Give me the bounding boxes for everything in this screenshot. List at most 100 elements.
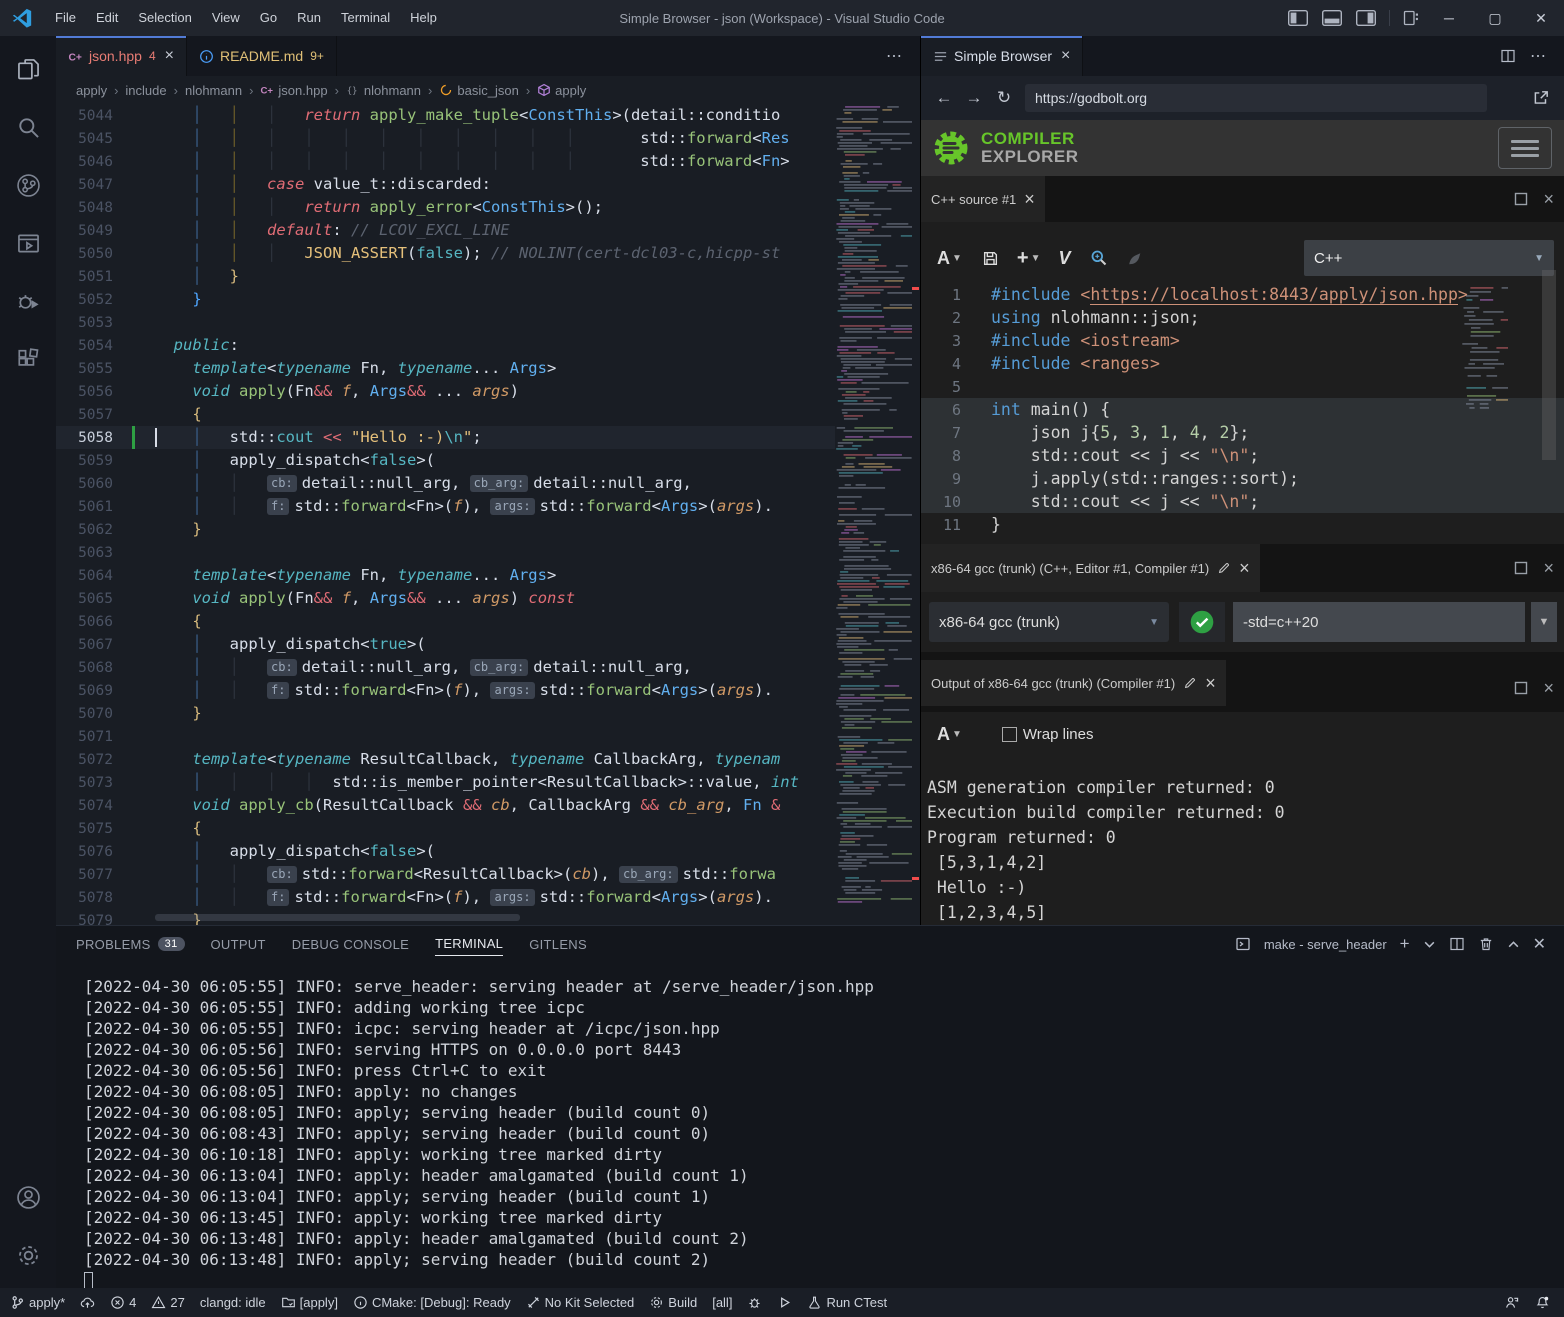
url-input[interactable]: https://godbolt.org [1025, 84, 1487, 112]
compiler-tab[interactable]: x86-64 gcc (trunk) (C++, Editor #1, Comp… [921, 544, 1260, 592]
source-tab[interactable]: C++ source #1 × [921, 176, 1045, 222]
language-select[interactable]: C++▼ [1304, 240, 1554, 276]
git-branch-status[interactable]: apply* [10, 1295, 65, 1310]
warning-count[interactable]: 27 [151, 1295, 184, 1310]
settings-gear-icon[interactable] [4, 1230, 52, 1280]
save-icon[interactable] [982, 250, 999, 267]
open-external-icon[interactable] [1532, 89, 1550, 107]
cmake-target[interactable]: [all] [712, 1295, 732, 1310]
reload-icon[interactable]: ↻ [989, 88, 1019, 108]
menu-view[interactable]: View [202, 0, 250, 36]
ce-scrollbar[interactable] [1542, 270, 1556, 460]
breadcrumb-item-apply[interactable]: apply [76, 83, 107, 98]
close-button[interactable]: ✕ [1518, 0, 1564, 36]
edit-title-icon[interactable] [1183, 676, 1197, 690]
menu-run[interactable]: Run [287, 0, 331, 36]
minimap[interactable] [834, 104, 912, 915]
account-icon[interactable] [4, 1172, 52, 1222]
close-panel-icon[interactable]: ✕ [1533, 934, 1546, 954]
breadcrumb-item-nlohmann[interactable]: nlohmann [185, 83, 242, 98]
publish-status[interactable] [80, 1295, 95, 1310]
panel-tab-terminal[interactable]: TERMINAL [435, 932, 503, 956]
cmake-build[interactable]: Build [649, 1295, 697, 1310]
code-editor[interactable]: 5044 │ │ │ return apply_make_tuple<Const… [56, 104, 920, 925]
vim-mode-icon[interactable]: V [1059, 248, 1071, 269]
maximize-button[interactable]: ▢ [1472, 0, 1518, 36]
breadcrumb-item-basic_json[interactable]: basic_json [439, 83, 518, 98]
minimize-button[interactable]: ─ [1426, 0, 1472, 36]
cmake-kit[interactable]: No Kit Selected [526, 1295, 635, 1310]
cpp-insights-icon[interactable] [1089, 248, 1109, 268]
compiler-select[interactable]: x86-64 gcc (trunk)▼ [929, 602, 1169, 642]
font-size-button[interactable]: A▼ [937, 248, 962, 269]
close-icon[interactable]: × [1061, 48, 1070, 64]
horizontal-scrollbar[interactable] [155, 914, 520, 921]
panel-tab-gitlens[interactable]: GITLENS [529, 933, 587, 956]
hamburger-menu-icon[interactable] [1498, 127, 1552, 169]
font-size-button[interactable]: A▼ [937, 724, 962, 745]
search-icon[interactable] [4, 102, 52, 152]
close-pane-icon[interactable]: × [1543, 190, 1554, 208]
clangd-status[interactable]: clangd: idle [200, 1295, 266, 1310]
cmake-status[interactable]: CMake: [Debug]: Ready [353, 1295, 511, 1310]
cmake-launch[interactable] [777, 1295, 792, 1310]
breadcrumb-item-json-hpp[interactable]: C+json.hpp [260, 83, 327, 98]
extensions-icon[interactable] [4, 334, 52, 384]
close-icon[interactable]: × [1205, 674, 1216, 692]
panel-tab-output[interactable]: OUTPUT [211, 933, 266, 956]
close-pane-icon[interactable]: × [1543, 679, 1554, 697]
options-dropdown-icon[interactable]: ▼ [1531, 602, 1557, 642]
wrap-lines-checkbox[interactable] [1002, 727, 1017, 742]
terminal-title[interactable]: make - serve_header [1264, 937, 1387, 952]
toggle-secondary-sidebar-icon[interactable] [1356, 10, 1376, 26]
maximize-pane-icon[interactable] [1513, 560, 1529, 576]
customize-layout-icon[interactable] [1403, 10, 1419, 26]
maximize-panel-icon[interactable] [1507, 938, 1520, 951]
new-terminal-icon[interactable]: + [1400, 934, 1410, 954]
breadcrumb-item-apply[interactable]: apply [537, 83, 586, 98]
more-actions-icon[interactable]: ⋯ [1530, 46, 1548, 66]
scm-icon[interactable] [4, 160, 52, 210]
test-window-icon[interactable] [4, 218, 52, 268]
files-icon[interactable] [4, 44, 52, 94]
edit-title-icon[interactable] [1217, 561, 1231, 575]
close-icon[interactable]: × [1239, 559, 1250, 577]
error-count[interactable]: 4 [110, 1295, 136, 1310]
maximize-pane-icon[interactable] [1513, 191, 1529, 207]
ce-minimap[interactable] [1460, 285, 1508, 410]
back-icon[interactable]: ← [929, 88, 959, 108]
menu-terminal[interactable]: Terminal [331, 0, 400, 36]
close-icon[interactable]: × [165, 48, 174, 64]
close-icon[interactable]: × [1024, 190, 1035, 208]
tab-simple-browser[interactable]: Simple Browser × [921, 36, 1083, 76]
breadcrumb-item-nlohmann[interactable]: {}nlohmann [346, 83, 421, 98]
tab-json-hpp[interactable]: C+ json.hpp 4 × [56, 36, 187, 76]
cmake-debug[interactable] [747, 1295, 762, 1310]
feedback[interactable] [1504, 1295, 1519, 1310]
debug-icon[interactable] [4, 276, 52, 326]
compiler-options-input[interactable]: -std=c++20 [1233, 602, 1525, 642]
breadcrumb-item-include[interactable]: include [125, 83, 166, 98]
menu-selection[interactable]: Selection [128, 0, 201, 36]
terminal-output[interactable]: [2022-04-30 06:05:55] INFO: serve_header… [84, 976, 1554, 1288]
kill-terminal-icon[interactable] [1478, 936, 1494, 952]
menu-edit[interactable]: Edit [86, 0, 128, 36]
split-terminal-icon[interactable] [1449, 936, 1465, 952]
cmake-folder[interactable]: [apply] [281, 1295, 338, 1310]
panel-tab-problems[interactable]: PROBLEMS31 [76, 933, 185, 956]
split-editor-icon[interactable] [1500, 48, 1516, 64]
panel-tab-debug-console[interactable]: DEBUG CONSOLE [292, 933, 409, 956]
editor-more-actions-icon[interactable]: ⋯ [886, 36, 920, 76]
run-ctest[interactable]: Run CTest [807, 1295, 887, 1310]
maximize-pane-icon[interactable] [1513, 680, 1529, 696]
add-pane-button[interactable]: +▼ [1017, 247, 1041, 270]
terminal-dropdown-icon[interactable] [1423, 938, 1436, 951]
menu-help[interactable]: Help [400, 0, 447, 36]
output-tab[interactable]: Output of x86-64 gcc (trunk) (Compiler #… [921, 660, 1226, 706]
toggle-panel-icon[interactable] [1322, 10, 1342, 26]
forward-icon[interactable]: → [959, 88, 989, 108]
close-pane-icon[interactable]: × [1543, 559, 1554, 577]
toggle-sidebar-icon[interactable] [1288, 10, 1308, 26]
menu-file[interactable]: File [45, 0, 86, 36]
menu-go[interactable]: Go [250, 0, 287, 36]
